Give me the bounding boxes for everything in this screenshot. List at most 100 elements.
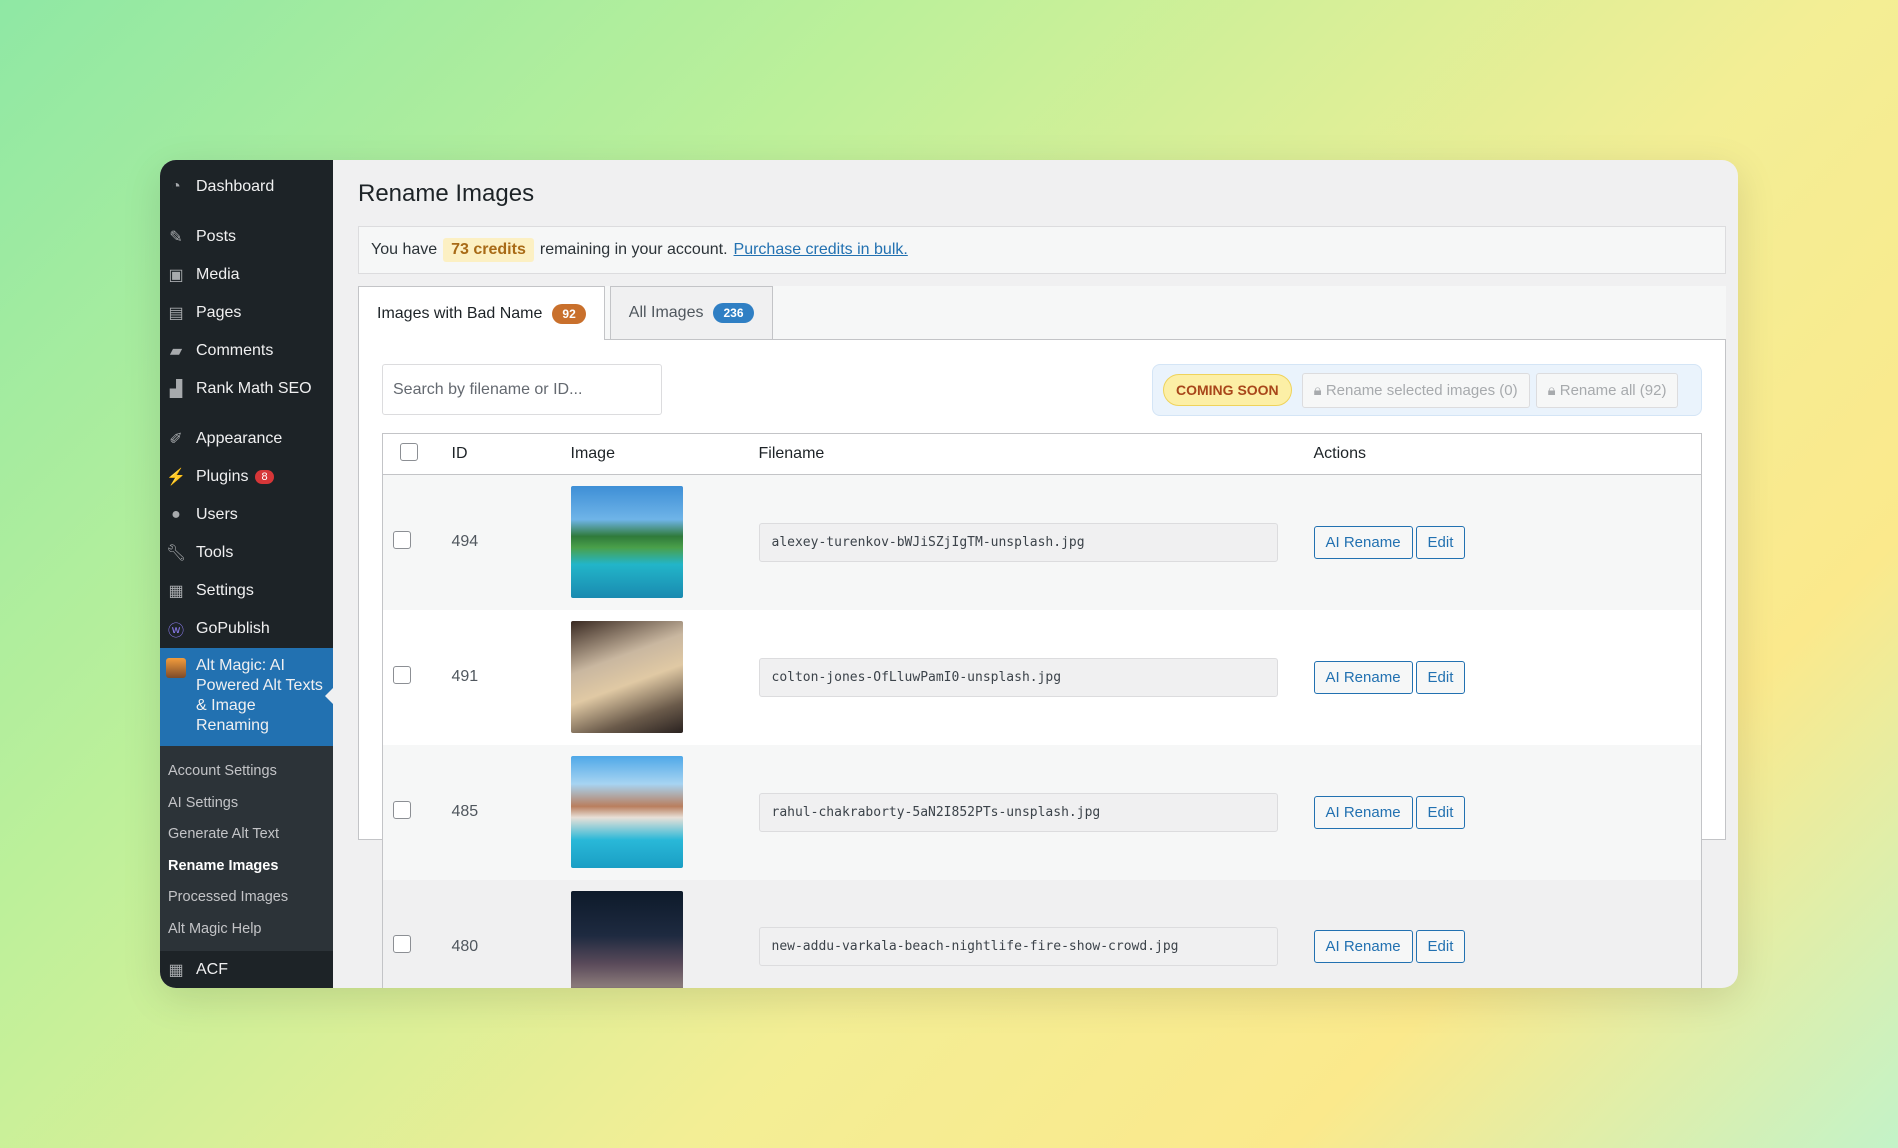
filename-field[interactable]: rahul-chakraborty-5aN2I852PTs-unsplash.j… (758, 792, 1278, 832)
credits-notice: You have 73 credits remaining in your ac… (358, 226, 1726, 274)
gopublish-icon: ⓦ (167, 623, 184, 640)
notice-text: remaining in your account. (539, 241, 728, 258)
rename-selected-button[interactable]: 🔒︎ Rename selected images (0) (1301, 372, 1530, 408)
button-label: Rename all (92) (1559, 381, 1667, 399)
user-icon: ● (171, 506, 181, 523)
sidebar-item-gopublish[interactable]: ⓦ GoPublish (160, 610, 333, 648)
sidebar-item-alt-magic[interactable]: Alt Magic: AI Powered Alt Texts & Image … (160, 648, 333, 746)
coming-soon-badge: COMING SOON (1163, 374, 1292, 406)
media-icon: ▣ (168, 267, 184, 284)
column-header-actions: Actions (1313, 433, 1702, 475)
pin-icon: ✎ (169, 229, 183, 246)
credits-badge: 73 credits (443, 238, 534, 262)
ai-rename-button[interactable]: AI Rename (1313, 930, 1413, 964)
image-id: 485 (442, 744, 571, 880)
purchase-credits-link[interactable]: Purchase credits in bulk. (734, 241, 908, 259)
alt-magic-submenu: Account Settings AI Settings Generate Al… (160, 746, 333, 951)
sidebar-item-plugins[interactable]: ⚡ Plugins 8 (160, 458, 333, 496)
row-checkbox[interactable] (393, 530, 411, 549)
sidebar-item-rank-math[interactable]: ▟ Rank Math SEO (160, 370, 333, 408)
comments-icon: ▰ (169, 343, 183, 360)
sidebar-item-label: ACF (196, 961, 228, 978)
sidebar-item-settings[interactable]: ▦ Settings (160, 572, 333, 610)
table-row: 480 new-addu-varkala-beach-nightlife-fir… (383, 880, 1702, 988)
edit-button[interactable]: Edit (1415, 930, 1466, 964)
row-checkbox[interactable] (393, 800, 411, 819)
sidebar-item-label: GoPublish (196, 620, 270, 637)
submenu-account-settings[interactable]: Account Settings (160, 756, 333, 788)
image-thumbnail (570, 890, 683, 988)
column-header-filename: Filename (758, 433, 1314, 475)
notice-text: You have (371, 241, 438, 258)
submenu-alt-magic-help[interactable]: Alt Magic Help (160, 914, 333, 946)
sidebar-item-label: Media (196, 266, 240, 283)
ai-rename-button[interactable]: AI Rename (1313, 795, 1413, 829)
sidebar-item-label: Settings (196, 582, 254, 599)
sidebar-item-appearance[interactable]: ✐ Appearance (160, 420, 333, 458)
submenu-generate-alt-text[interactable]: Generate Alt Text (160, 819, 333, 851)
tab-all-images[interactable]: All Images 236 (609, 286, 773, 339)
wrench-icon: 🔧︎ (165, 545, 187, 562)
image-thumbnail (570, 756, 683, 868)
acf-icon: ▦ (168, 962, 184, 979)
sidebar-item-label: Rank Math SEO (196, 380, 312, 397)
sidebar-item-label: Comments (196, 342, 274, 359)
tabs: Images with Bad Name 92 All Images 236 (358, 286, 1726, 340)
sidebar-item-dashboard[interactable]: ◔ Dashboard (160, 168, 333, 206)
sidebar-item-comments[interactable]: ▰ Comments (160, 332, 333, 370)
sidebar-item-acf[interactable]: ▦ ACF (160, 951, 333, 988)
filename-field[interactable]: colton-jones-OfLluwPamI0-unsplash.jpg (758, 657, 1278, 697)
table-row: 485 rahul-chakraborty-5aN2I852PTs-unspla… (382, 744, 1702, 880)
sidebar-item-label: Posts (196, 228, 237, 245)
ai-rename-button[interactable]: AI Rename (1313, 660, 1413, 694)
sidebar-item-posts[interactable]: ✎ Posts (160, 218, 333, 256)
brush-icon: ✐ (169, 431, 183, 448)
filename-field[interactable]: alexey-turenkov-bWJiSZjIgTM-unsplash.jpg (758, 522, 1278, 562)
tab-label: Images with Bad Name (377, 304, 543, 322)
image-thumbnail (570, 621, 683, 733)
sidebar-item-tools[interactable]: 🔧︎ Tools (160, 534, 333, 572)
filename-field[interactable]: new-addu-varkala-beach-nightlife-fire-sh… (758, 927, 1278, 967)
dashboard-icon: ◔ (171, 178, 181, 195)
sidebar-item-label: Tools (196, 544, 234, 561)
page-title: Rename Images (358, 180, 535, 207)
edit-button[interactable]: Edit (1415, 795, 1466, 829)
images-table: ID Image Filename Actions 494 alexey-tur… (382, 433, 1702, 988)
sidebar-item-label: Plugins (196, 468, 249, 485)
table-row: 494 alexey-turenkov-bWJiSZjIgTM-unsplash… (382, 474, 1702, 610)
search-input[interactable] (382, 364, 662, 415)
table-row: 491 colton-jones-OfLluwPamI0-unsplash.jp… (383, 610, 1702, 745)
image-id: 491 (451, 668, 479, 685)
column-header-id: ID (442, 433, 571, 475)
sidebar-item-media[interactable]: ▣ Media (160, 256, 333, 294)
submenu-rename-images[interactable]: Rename Images (160, 851, 333, 883)
rank-math-icon: ▟ (169, 381, 183, 398)
main-content: Rename Images You have 73 credits remain… (333, 160, 1738, 988)
admin-sidebar: ◔ Dashboard ✎ Posts ▣ Media ▤ Pages ▰ Comment… (160, 160, 333, 988)
lock-icon: 🔒︎ (1313, 381, 1326, 399)
image-id: 480 (451, 937, 479, 955)
edit-button[interactable]: Edit (1415, 660, 1466, 694)
sidebar-item-pages[interactable]: ▤ Pages (160, 294, 333, 332)
edit-button[interactable]: Edit (1415, 525, 1466, 559)
tab-bad-name[interactable]: Images with Bad Name 92 (358, 286, 605, 340)
plugin-icon: ⚡ (166, 469, 186, 486)
row-checkbox[interactable] (393, 665, 411, 684)
rename-all-button[interactable]: 🔒︎ Rename all (92) (1535, 372, 1679, 408)
row-checkbox[interactable] (393, 935, 411, 954)
image-thumbnail (570, 486, 683, 599)
submenu-ai-settings[interactable]: AI Settings (160, 788, 333, 820)
sidebar-item-label: Users (196, 506, 238, 523)
sidebar-item-label: Appearance (196, 430, 283, 447)
select-all-checkbox[interactable] (400, 442, 418, 461)
sidebar-item-label: Dashboard (196, 178, 275, 195)
ai-rename-button[interactable]: AI Rename (1313, 525, 1413, 559)
pages-icon: ▤ (168, 305, 184, 322)
bulk-actions: COMING SOON 🔒︎ Rename selected images (0… (1152, 364, 1702, 416)
image-id: 494 (442, 474, 571, 610)
column-header-image: Image (570, 433, 759, 475)
submenu-processed-images[interactable]: Processed Images (160, 882, 333, 914)
settings-icon: ▦ (168, 583, 184, 600)
sidebar-item-users[interactable]: ● Users (160, 496, 333, 534)
plugins-update-badge: 8 (255, 470, 274, 484)
